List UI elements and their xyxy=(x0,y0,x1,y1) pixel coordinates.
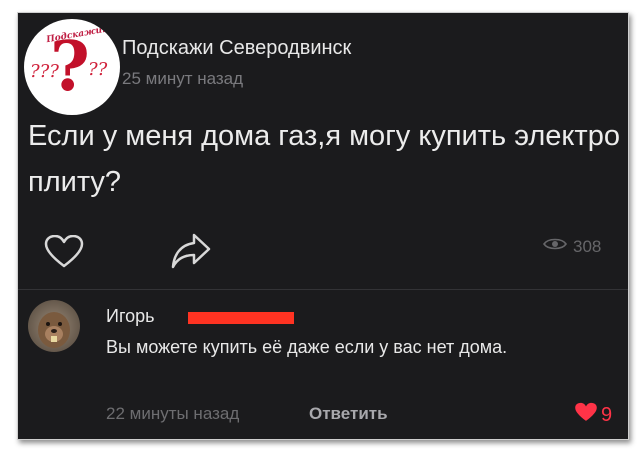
share-arrow-icon[interactable] xyxy=(170,231,212,276)
comment-like-button[interactable]: 9 xyxy=(574,402,612,429)
commenter-name[interactable]: Игорь xyxy=(106,306,155,327)
heart-filled-icon xyxy=(574,402,598,429)
commenter-avatar[interactable] xyxy=(28,300,80,352)
views-counter: 308 xyxy=(543,236,601,257)
post-text: Если у меня дома газ,я могу купить элект… xyxy=(28,120,620,198)
group-name[interactable]: Подскажи Северодвинск xyxy=(122,37,351,60)
redaction-bar xyxy=(188,312,294,324)
comment-timestamp: 22 минуты назад xyxy=(106,404,240,423)
question-mark-icon: ? xyxy=(50,27,90,107)
views-count: 308 xyxy=(573,236,602,256)
eye-icon xyxy=(543,236,567,257)
group-avatar[interactable]: Подскажите ??? ? ?? xyxy=(24,19,120,115)
post-timestamp: 25 минут назад xyxy=(122,69,244,88)
comment-likes-count: 9 xyxy=(601,404,613,426)
reply-button[interactable]: Ответить xyxy=(309,404,388,424)
app-screen: Подскажите ??? ? ?? Подскажи Северодвинс… xyxy=(17,12,629,440)
comment-text: Вы можете купить её даже если у вас нет … xyxy=(106,337,508,357)
divider xyxy=(18,289,628,290)
heart-icon[interactable] xyxy=(44,234,84,274)
